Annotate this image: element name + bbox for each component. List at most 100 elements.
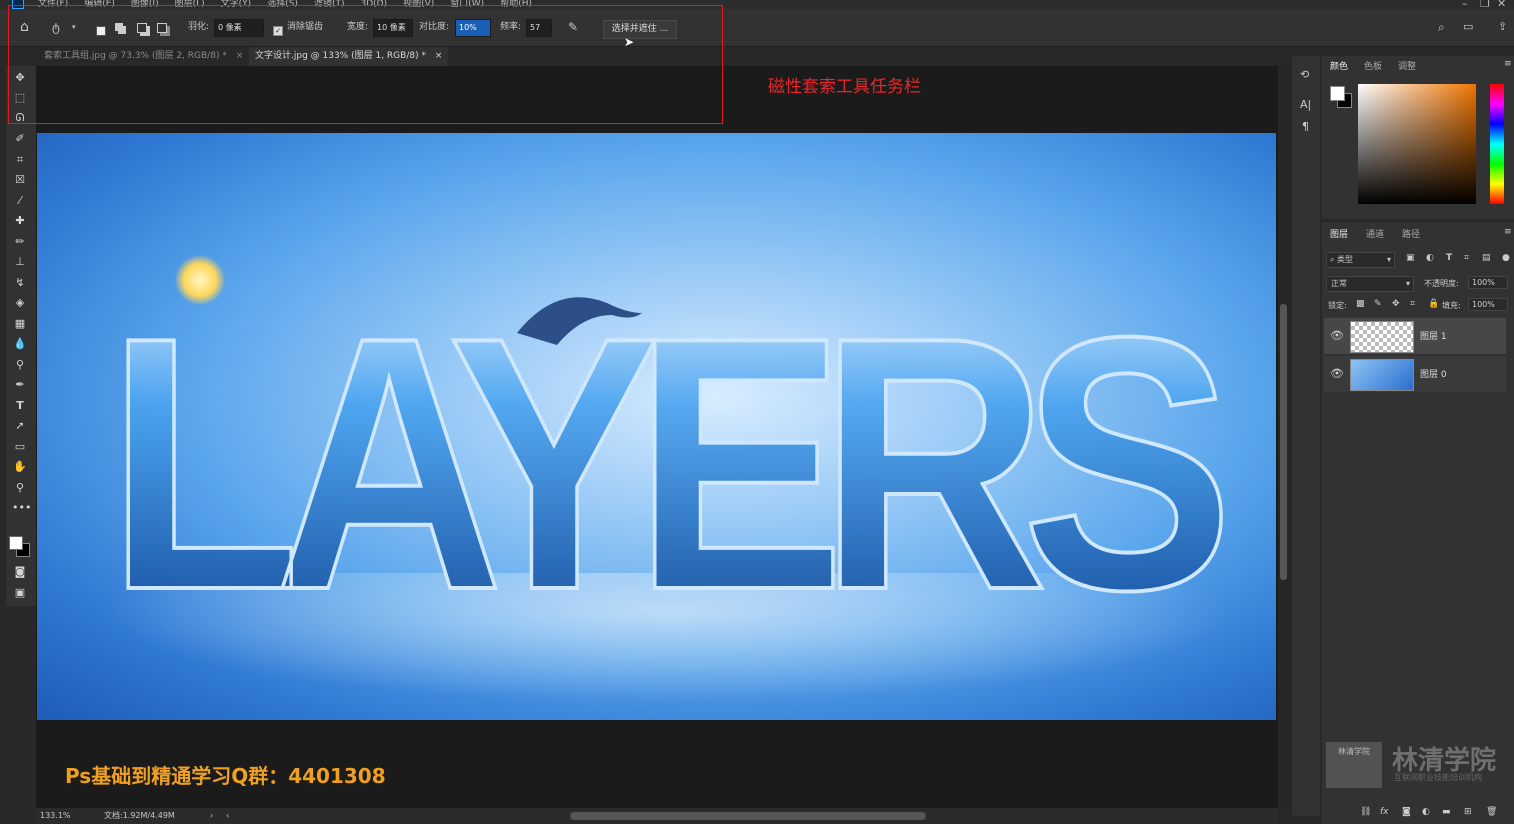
- tab-color[interactable]: 颜色: [1330, 59, 1348, 72]
- lock-label: 锁定:: [1328, 301, 1347, 310]
- restore-icon[interactable]: ❐: [1480, 0, 1490, 9]
- quick-mask-icon[interactable]: ◙: [12, 564, 28, 580]
- fill-input[interactable]: 100%: [1468, 298, 1508, 311]
- watermark-subtitle: 互联网职业技能培训机构: [1394, 773, 1482, 782]
- filter-kind-label: 类型: [1337, 255, 1354, 264]
- filter-adjustment-icon[interactable]: ◐: [1426, 253, 1434, 263]
- filter-shape-icon[interactable]: ⌗: [1464, 253, 1469, 263]
- gradient-tool-icon[interactable]: ▦: [12, 316, 28, 332]
- filter-toggle-icon[interactable]: ●: [1502, 253, 1510, 263]
- panel-menu-icon[interactable]: ≡: [1504, 227, 1512, 237]
- vertical-scrollbar[interactable]: [1278, 66, 1290, 808]
- frame-tool-icon[interactable]: ☒: [12, 172, 28, 188]
- zoom-tool-icon[interactable]: ⚲: [12, 480, 28, 496]
- chevron-down-icon: ▾: [1386, 255, 1391, 264]
- screen-mode-icon[interactable]: ▣: [12, 585, 28, 601]
- search-icon: ⌕: [1330, 255, 1335, 264]
- filter-smart-object-icon[interactable]: ▤: [1482, 253, 1491, 263]
- blend-mode-select[interactable]: 正常 ▾: [1326, 276, 1414, 292]
- tab-layers[interactable]: 图层: [1330, 227, 1348, 240]
- lock-position-icon[interactable]: ✥: [1392, 299, 1400, 309]
- layer-row-1[interactable]: 👁 图层 1: [1324, 318, 1506, 354]
- lock-all-icon[interactable]: 🔒: [1428, 299, 1439, 309]
- tab-swatches[interactable]: 色板: [1364, 59, 1382, 72]
- collapsed-panels: ⟲ A| ¶: [1292, 56, 1320, 816]
- filter-type-icon[interactable]: T: [1446, 253, 1452, 263]
- layer-name: 图层 0: [1420, 370, 1447, 380]
- layer-row-0[interactable]: 👁 图层 0: [1324, 356, 1506, 392]
- opacity-label: 不透明度:: [1424, 279, 1459, 288]
- fx-icon[interactable]: fx: [1380, 807, 1389, 817]
- paragraph-panel-icon[interactable]: ¶: [1302, 120, 1309, 133]
- minimize-icon[interactable]: –: [1462, 0, 1468, 9]
- document-image[interactable]: LAYERS: [37, 133, 1276, 720]
- scroll-left-icon[interactable]: ‹: [226, 808, 229, 824]
- crop-tool-icon[interactable]: ⌗: [12, 152, 28, 168]
- hand-tool-icon[interactable]: ✋: [12, 459, 28, 475]
- share-icon[interactable]: ⇪: [1498, 19, 1507, 35]
- layers-text-graphic: LAYERS: [105, 261, 1257, 667]
- filter-image-icon[interactable]: ▣: [1406, 253, 1415, 263]
- lock-artboard-icon[interactable]: ⌗: [1410, 299, 1415, 309]
- layer-filter-select[interactable]: ⌕ 类型 ▾: [1326, 252, 1395, 268]
- path-selection-icon[interactable]: ➚: [12, 418, 28, 434]
- watermark-badge-text: 林清学院: [1338, 747, 1370, 756]
- scrollbar-thumb[interactable]: [1280, 304, 1287, 580]
- status-arrow-icon[interactable]: ›: [210, 808, 213, 824]
- tab-adjustments[interactable]: 调整: [1398, 59, 1416, 72]
- layer-thumbnail: [1350, 321, 1414, 353]
- healing-brush-icon[interactable]: ✚: [12, 213, 28, 229]
- history-panel-icon[interactable]: ⟲: [1300, 68, 1309, 81]
- eye-icon[interactable]: 👁: [1330, 329, 1344, 342]
- fill-label: 填充:: [1442, 301, 1461, 310]
- delete-layer-icon[interactable]: 🗑: [1486, 807, 1497, 817]
- add-mask-icon[interactable]: ◙: [1402, 807, 1411, 817]
- layers-panel: 图层 通道 路径 ≡ ⌕ 类型 ▾ ▣ ◐ T ⌗ ▤ ● 正常 ▾ 不透明度:…: [1322, 222, 1514, 824]
- layer-name: 图层 1: [1420, 332, 1447, 342]
- workspace-icon[interactable]: ▭: [1463, 19, 1473, 35]
- history-brush-icon[interactable]: ↯: [12, 275, 28, 291]
- blur-tool-icon[interactable]: 💧: [12, 336, 28, 352]
- brush-tool-icon[interactable]: ✏: [12, 234, 28, 250]
- tab-channels[interactable]: 通道: [1366, 227, 1384, 240]
- lock-transparent-icon[interactable]: ▩: [1356, 299, 1365, 309]
- type-tool-icon[interactable]: T: [12, 398, 28, 414]
- close-window-icon[interactable]: ✕: [1497, 0, 1506, 9]
- layers-3d-text: LAYERS: [107, 263, 1225, 665]
- foreground-color-swatch[interactable]: [1330, 86, 1345, 101]
- horizontal-scrollbar-thumb[interactable]: [570, 812, 926, 820]
- eyedropper-tool-icon[interactable]: ⁄: [12, 193, 28, 209]
- chevron-down-icon: ▾: [1405, 279, 1410, 288]
- annotation-text: 磁性套索工具任务栏: [768, 77, 921, 97]
- blend-mode-value: 正常: [1331, 279, 1347, 288]
- opacity-input[interactable]: 100%: [1468, 276, 1508, 289]
- pen-tool-icon[interactable]: ✒: [12, 377, 28, 393]
- color-panel: 颜色 色板 调整 ≡: [1322, 56, 1514, 219]
- tools-panel: ✥ ⬚ ᘏ ✐ ⌗ ☒ ⁄ ✚ ✏ ⊥ ↯ ◈ ▦ 💧 ⚲ ✒ T ➚ ▭ ✋ …: [6, 66, 36, 606]
- foreground-color-swatch[interactable]: [9, 536, 23, 550]
- annotation-highlight-box: [8, 5, 723, 124]
- layer-thumbnail: [1350, 359, 1414, 391]
- status-bar: 133.1% 文档:1.92M/4.49M › ‹: [36, 808, 1278, 824]
- panel-menu-icon[interactable]: ≡: [1504, 59, 1512, 69]
- new-group-icon[interactable]: ▬: [1442, 807, 1451, 817]
- lock-image-icon[interactable]: ✎: [1374, 299, 1382, 309]
- search-icon[interactable]: ⌕: [1438, 19, 1445, 35]
- zoom-level[interactable]: 133.1%: [40, 808, 71, 824]
- rectangle-tool-icon[interactable]: ▭: [12, 439, 28, 455]
- quick-select-tool-icon[interactable]: ✐: [12, 131, 28, 147]
- stamp-tool-icon[interactable]: ⊥: [12, 254, 28, 270]
- dodge-tool-icon[interactable]: ⚲: [12, 357, 28, 373]
- eraser-tool-icon[interactable]: ◈: [12, 295, 28, 311]
- more-tools-icon[interactable]: •••: [12, 500, 31, 516]
- new-layer-icon[interactable]: ⊞: [1464, 807, 1472, 817]
- eye-icon[interactable]: 👁: [1330, 367, 1344, 380]
- color-picker-field[interactable]: [1358, 84, 1476, 204]
- watermark-badge: 林清学院: [1326, 742, 1382, 788]
- document-info[interactable]: 文档:1.92M/4.49M: [104, 808, 175, 824]
- adjustment-layer-icon[interactable]: ◐: [1422, 807, 1430, 817]
- tab-paths[interactable]: 路径: [1402, 227, 1420, 240]
- link-layers-icon[interactable]: ⛓: [1360, 807, 1371, 817]
- character-panel-icon[interactable]: A|: [1300, 98, 1311, 111]
- hue-slider[interactable]: [1490, 84, 1504, 204]
